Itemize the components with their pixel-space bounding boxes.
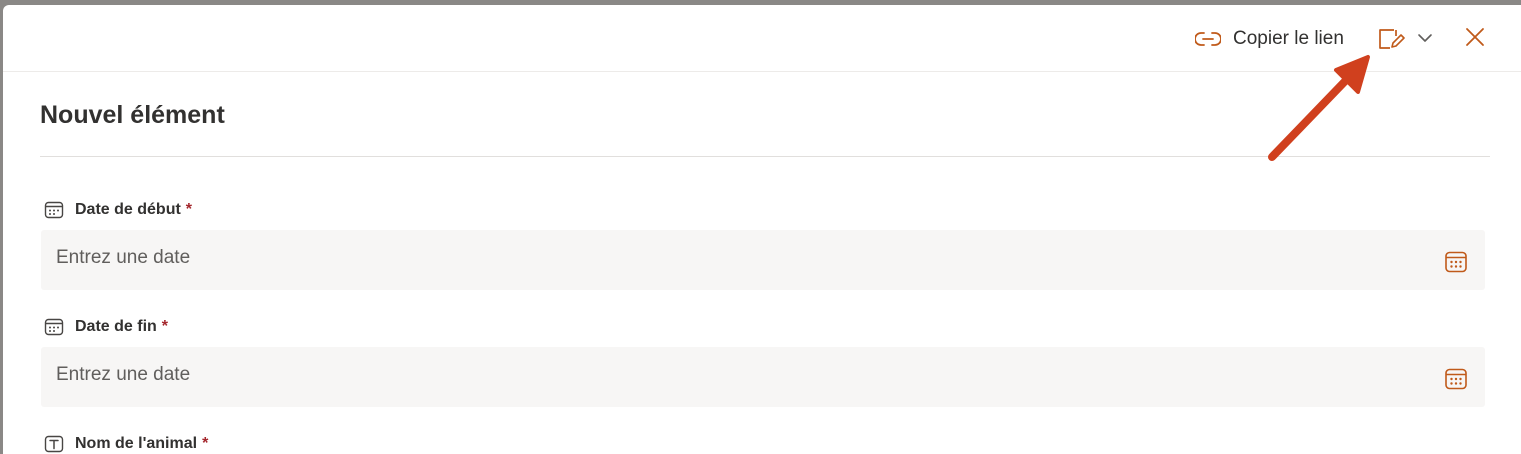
text-field-icon <box>44 435 64 453</box>
field-label-animal-name: Nom de l'animal * <box>44 435 208 453</box>
date-picker-icon[interactable] <box>1444 367 1468 391</box>
field-label-end-date: Date de fin * <box>44 318 168 336</box>
copy-link-label: Copier le lien <box>1233 28 1344 49</box>
link-icon <box>1195 32 1221 46</box>
close-icon[interactable] <box>1465 27 1485 47</box>
title-divider <box>40 156 1490 157</box>
required-mark: * <box>161 318 169 335</box>
start-date-placeholder: Entrez une date <box>56 247 191 268</box>
edit-form-icon[interactable] <box>1377 27 1405 51</box>
start-date-input[interactable]: Entrez une date <box>41 230 1485 290</box>
calendar-field-icon <box>44 201 64 219</box>
date-picker-icon[interactable] <box>1444 250 1468 274</box>
end-date-placeholder: Entrez une date <box>56 364 191 385</box>
required-mark: * <box>185 201 193 218</box>
form-title: Nouvel élément <box>40 101 225 129</box>
field-label-start-date: Date de début * <box>44 201 192 219</box>
end-date-input[interactable]: Entrez une date <box>41 347 1485 407</box>
form-panel: Copier le lien Nouvel élément Date de dé… <box>3 5 1521 454</box>
calendar-field-icon <box>44 318 64 336</box>
command-bar: Copier le lien <box>3 5 1521 72</box>
field-label-text: Nom de l'animal <box>75 435 198 452</box>
field-label-text: Date de début <box>75 201 181 218</box>
field-label-text: Date de fin <box>75 318 157 335</box>
chevron-down-icon[interactable] <box>1417 31 1433 45</box>
required-mark: * <box>202 435 209 452</box>
copy-link-button[interactable]: Copier le lien <box>1195 25 1344 53</box>
